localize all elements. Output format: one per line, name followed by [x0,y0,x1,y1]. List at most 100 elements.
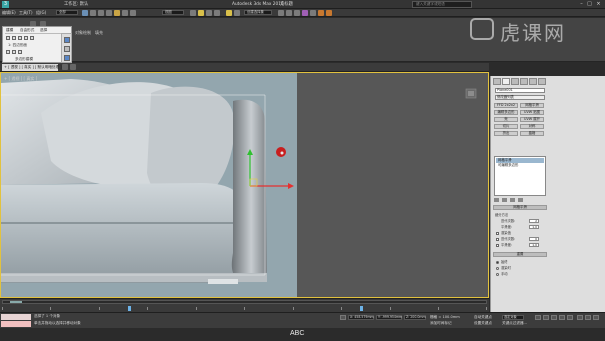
selection-filter-dropdown[interactable]: 全部 [56,10,78,15]
maxscript-mini-listener[interactable] [1,321,31,327]
loop-icon[interactable] [18,50,22,54]
update-always-radio[interactable] [496,261,499,264]
modifier-list-dropdown[interactable]: 修改器列表 [495,95,545,100]
perspective-viewport[interactable]: + [ 透视 ] [ 真实 ] [0,72,489,298]
schematic-view-icon[interactable] [294,10,300,16]
menu-edit[interactable]: 编辑(E) [2,9,16,17]
remove-modifier-icon[interactable] [518,198,524,202]
modifier-button-slice[interactable]: 切片 [494,124,518,129]
modifier-button-ffd[interactable]: FFD 2x2x2 [494,103,518,108]
minimize-icon[interactable]: – [578,1,585,8]
show-end-result-icon[interactable] [502,198,508,202]
panel-item-label[interactable]: 1: 四边形面 [8,43,27,48]
menu-tools[interactable]: 工具(T) [19,9,33,17]
pan-icon[interactable] [585,315,591,320]
autokey-button[interactable]: 自动关键点 [474,315,492,320]
app-logo-icon[interactable]: 3 [2,1,9,8]
viewcube-face[interactable] [468,91,474,96]
maxscript-listener[interactable] [1,314,31,320]
edit-poly-icon[interactable] [6,50,10,54]
named-selection-set-input[interactable]: 创建选择集 [244,10,272,15]
angle-snap-icon[interactable] [206,10,212,16]
zoom-icon[interactable] [577,315,583,320]
y-coordinate-field[interactable]: Y: -999.954mm [376,315,402,320]
workspace-label[interactable]: 工作区: 默认 [64,1,88,8]
panel-footer[interactable]: 多边形建模 [15,57,33,62]
rollout-header-reset[interactable]: 重置 [493,252,547,257]
material-editor-icon[interactable] [302,10,308,16]
add-time-tag[interactable]: 添加时间标记 [430,321,452,326]
modifier-button-lattice[interactable]: 晶格 [520,131,544,136]
rollout-header-meshsmooth[interactable]: 网格平滑 [493,205,547,210]
select-by-name-icon[interactable] [90,10,96,16]
key-mode-selected-dropdown[interactable]: 选定对象 [502,315,524,320]
go-to-end-icon[interactable] [567,315,573,320]
window-crossing-icon[interactable] [106,10,112,16]
keyframe-marker[interactable] [360,306,363,311]
set-key-button[interactable]: 设置关键点 [474,321,492,326]
mirror-icon[interactable] [226,10,232,16]
move-tool-icon[interactable] [114,10,120,16]
render-frame-icon[interactable] [318,10,324,16]
polygon-mode-icon[interactable] [24,36,28,40]
modify-tab-icon[interactable] [502,78,510,85]
reference-coordinate-dropdown[interactable]: 视图 [162,10,184,15]
viewport-menu-label[interactable]: + [ 透视 ] [ 真实 ] [ 默认明暗处理 ] [2,64,62,71]
pin-stack-icon[interactable] [494,198,499,202]
utilities-tab-icon[interactable] [538,78,546,85]
tab-populate[interactable]: 对象绘制 [75,30,91,36]
update-manual-radio[interactable] [496,273,499,276]
render-values-checkbox[interactable] [496,232,499,235]
search-input[interactable]: 键入关键字或短语 [412,1,472,8]
layer-list-icon[interactable] [70,64,76,70]
viewport-label[interactable]: + [ 透视 ] [ 真实 ] [4,76,37,82]
motion-tab-icon[interactable] [520,78,528,85]
go-to-start-icon[interactable] [535,315,541,320]
orbit-icon[interactable] [593,315,599,320]
rect-region-icon[interactable] [98,10,104,16]
create-tab-icon[interactable] [493,78,501,85]
paint-deform-icon[interactable] [64,46,70,52]
align-icon[interactable] [234,10,240,16]
make-unique-icon[interactable] [510,198,516,202]
modifier-button-shell[interactable]: 壳 [494,117,518,122]
snaps-toggle-icon[interactable] [198,10,204,16]
close-icon[interactable]: × [595,1,602,8]
render-production-icon[interactable] [326,10,332,16]
menu-group[interactable]: 组(G) [36,9,46,17]
vertex-mode-icon[interactable] [6,36,10,40]
modifier-button-meshsmooth[interactable]: 网格平滑 [520,103,544,108]
render-iterations-checkbox[interactable] [496,238,499,241]
render-smoothness-spinner[interactable]: 1.0 [529,243,539,247]
lock-selection-icon[interactable] [340,315,346,320]
z-coordinate-field[interactable]: Z: 200.0mm [404,315,426,320]
scale-tool-icon[interactable] [130,10,136,16]
ring-icon[interactable] [12,50,16,54]
render-smoothness-checkbox[interactable] [496,244,499,247]
previous-frame-icon[interactable] [543,315,549,320]
edge-mode-icon[interactable] [12,36,16,40]
pivot-center-icon[interactable] [190,10,196,16]
track-bar[interactable] [2,305,487,312]
smoothness-spinner[interactable]: 1.0 [529,225,539,229]
render-setup-icon[interactable] [310,10,316,16]
update-render-radio[interactable] [496,267,499,270]
time-slider-thumb[interactable] [10,301,22,303]
modifier-button-extrude[interactable]: 挤出 [494,131,518,136]
modifier-button-uvw-map[interactable]: UVW 贴图 [520,110,544,115]
layer-manager-icon[interactable] [278,10,284,16]
layer-toggle-icon[interactable] [62,64,68,70]
tab-object-paint[interactable]: 填充 [95,30,103,36]
display-tab-icon[interactable] [529,78,537,85]
time-slider[interactable] [2,300,487,304]
element-mode-icon[interactable] [30,36,34,40]
rotate-tool-icon[interactable] [122,10,128,16]
stack-item[interactable]: 可编辑多边形 [496,163,544,168]
modifier-button-symmetry[interactable]: 对称 [520,124,544,129]
next-frame-icon[interactable] [559,315,565,320]
modifier-button-editpoly[interactable]: 编辑多边形 [494,110,518,115]
relax-icon[interactable] [64,55,70,61]
object-name-field[interactable]: Plane001 [495,88,545,93]
modifier-button-unwrap[interactable]: UVW 展开 [520,117,544,122]
iterations-spinner[interactable]: 2 [529,219,539,223]
